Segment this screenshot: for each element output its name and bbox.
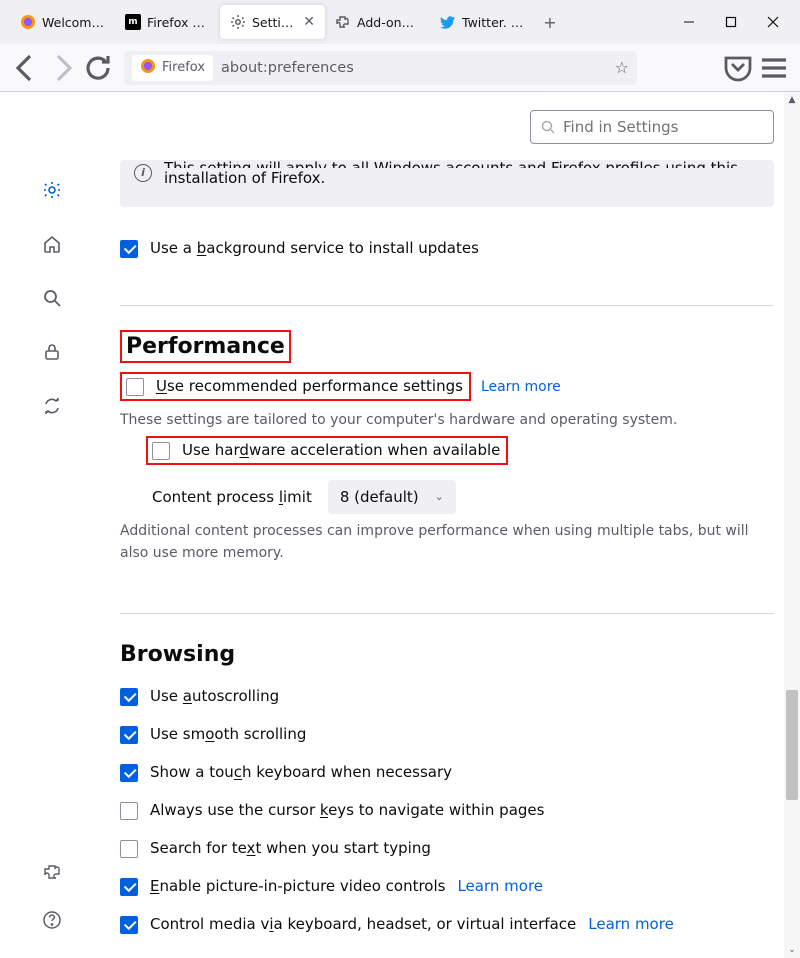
info-icon: i — [134, 164, 152, 182]
checkbox-background-service[interactable]: Use a background service to install upda… — [120, 238, 479, 259]
save-to-pocket-button[interactable] — [722, 52, 754, 84]
checkbox-icon — [152, 442, 170, 460]
highlight-annotation: Use recommended performance settings — [120, 372, 471, 401]
window-maximize-button[interactable] — [710, 7, 752, 37]
checkbox-picture-in-picture[interactable]: Enable picture-in-picture video controls… — [120, 876, 543, 897]
identity-box[interactable]: Firefox — [132, 55, 213, 81]
notice-text-line1: This setting will apply to all Windows a… — [164, 158, 758, 168]
nav-toolbar: Firefox about:preferences ☆ — [0, 44, 800, 92]
scrollbar-thumb[interactable] — [786, 690, 798, 800]
learn-more-link[interactable]: Learn more — [588, 914, 674, 935]
tab-addons[interactable]: Add-ons M — [325, 5, 430, 39]
checkbox-icon — [120, 916, 138, 934]
sidenav-extensions[interactable] — [34, 854, 70, 890]
content-process-limit-select[interactable]: 8 (default) ⌄ — [328, 480, 456, 514]
firefox-icon — [140, 58, 156, 78]
tab-label: Settings — [252, 15, 297, 30]
checkbox-icon — [120, 688, 138, 706]
close-icon[interactable]: ✕ — [303, 14, 315, 30]
checkbox-icon — [120, 240, 138, 258]
url-text: about:preferences — [221, 60, 607, 76]
checkbox-icon — [120, 764, 138, 782]
settings-page: Find in Settings i This setting will app… — [120, 92, 774, 958]
back-button[interactable] — [10, 52, 42, 84]
puzzle-icon — [335, 14, 351, 30]
tab-label: Twitter. It's — [462, 15, 525, 30]
checkbox-recommended-performance[interactable]: Use recommended performance settings — [126, 376, 463, 397]
learn-more-link[interactable]: Learn more — [481, 379, 561, 395]
url-bar[interactable]: Firefox about:preferences ☆ — [124, 51, 637, 85]
sidenav-sync[interactable] — [34, 388, 70, 424]
checkbox-touch-keyboard[interactable]: Show a touch keyboard when necessary — [120, 762, 452, 783]
mozilla-icon: m — [125, 14, 141, 30]
checkbox-autoscrolling[interactable]: Use autoscrolling — [120, 686, 279, 707]
checkbox-hardware-acceleration[interactable]: Use hardware acceleration when available — [152, 440, 500, 461]
tab-welcome[interactable]: Welcome t — [10, 5, 115, 39]
sidenav-general[interactable] — [34, 172, 70, 208]
window-minimize-button[interactable] — [668, 7, 710, 37]
gear-icon — [230, 14, 246, 30]
identity-label: Firefox — [162, 60, 205, 75]
checkbox-label: Enable picture-in-picture video controls — [150, 876, 445, 897]
checkbox-label: Always use the cursor keys to navigate w… — [150, 800, 544, 821]
checkbox-label: Use recommended performance settings — [156, 376, 463, 397]
tab-label: Add-ons M — [357, 15, 420, 30]
performance-description: These settings are tailored to your comp… — [120, 412, 677, 428]
bookmark-star-icon[interactable]: ☆ — [615, 58, 629, 77]
checkbox-icon — [120, 726, 138, 744]
settings-search-input[interactable]: Find in Settings — [530, 110, 774, 144]
sidenav-home[interactable] — [34, 226, 70, 262]
checkbox-label: Use a background service to install upda… — [150, 238, 479, 259]
tab-strip: Welcome t m Firefox Priv Settings ✕ Add-… — [0, 0, 800, 44]
content-process-description: Additional content processes can improve… — [120, 520, 774, 565]
search-placeholder: Find in Settings — [563, 118, 678, 136]
highlight-annotation: Performance — [120, 330, 291, 363]
chevron-down-icon: ⌄ — [435, 489, 444, 504]
checkbox-smooth-scrolling[interactable]: Use smooth scrolling — [120, 724, 306, 745]
checkbox-cursor-keys-navigate[interactable]: Always use the cursor keys to navigate w… — [120, 800, 544, 821]
checkbox-icon — [120, 878, 138, 896]
tab-firefox-privacy[interactable]: m Firefox Priv — [115, 5, 220, 39]
sidenav-search[interactable] — [34, 280, 70, 316]
tab-twitter[interactable]: Twitter. It's — [430, 5, 535, 39]
checkbox-search-text-typing[interactable]: Search for text when you start typing — [120, 838, 431, 859]
checkbox-label: Show a touch keyboard when necessary — [150, 762, 452, 783]
window-close-button[interactable] — [752, 7, 794, 37]
settings-sidenav — [0, 92, 104, 958]
scroll-up-icon[interactable]: ▲ — [784, 92, 800, 108]
learn-more-link[interactable]: Learn more — [457, 876, 543, 897]
checkbox-label: Use smooth scrolling — [150, 724, 306, 745]
content-process-limit-label: Content process limit — [152, 487, 312, 508]
checkbox-label: Use hardware acceleration when available — [182, 440, 500, 461]
checkbox-label: Use autoscrolling — [150, 686, 279, 707]
checkbox-icon — [120, 840, 138, 858]
new-tab-button[interactable]: + — [535, 13, 565, 32]
forward-button[interactable] — [46, 52, 78, 84]
tab-label: Welcome t — [42, 15, 105, 30]
checkbox-icon — [126, 378, 144, 396]
app-menu-button[interactable] — [758, 52, 790, 84]
updates-notice: i This setting will apply to all Windows… — [120, 160, 774, 207]
highlight-annotation: Use hardware acceleration when available — [146, 436, 508, 465]
preferences-content: Find in Settings i This setting will app… — [0, 92, 800, 958]
checkbox-label: Control media via keyboard, headset, or … — [150, 914, 576, 935]
sidenav-help[interactable] — [34, 902, 70, 938]
checkbox-icon — [120, 802, 138, 820]
content-scrollbar[interactable]: ▲ ⌄ — [784, 92, 800, 958]
tab-settings[interactable]: Settings ✕ — [220, 5, 325, 39]
section-heading-performance: Performance — [126, 334, 285, 359]
twitter-icon — [440, 14, 456, 30]
tab-label: Firefox Priv — [147, 15, 210, 30]
notice-text-line2: installation of Firefox. — [164, 168, 758, 189]
scroll-down-icon[interactable]: ⌄ — [784, 942, 800, 958]
checkbox-label: Search for text when you start typing — [150, 838, 431, 859]
checkbox-media-keyboard-control[interactable]: Control media via keyboard, headset, or … — [120, 914, 674, 935]
firefox-icon — [20, 14, 36, 30]
reload-button[interactable] — [82, 52, 114, 84]
select-value: 8 (default) — [340, 487, 419, 508]
section-heading-browsing: Browsing — [120, 642, 235, 667]
sidenav-privacy[interactable] — [34, 334, 70, 370]
